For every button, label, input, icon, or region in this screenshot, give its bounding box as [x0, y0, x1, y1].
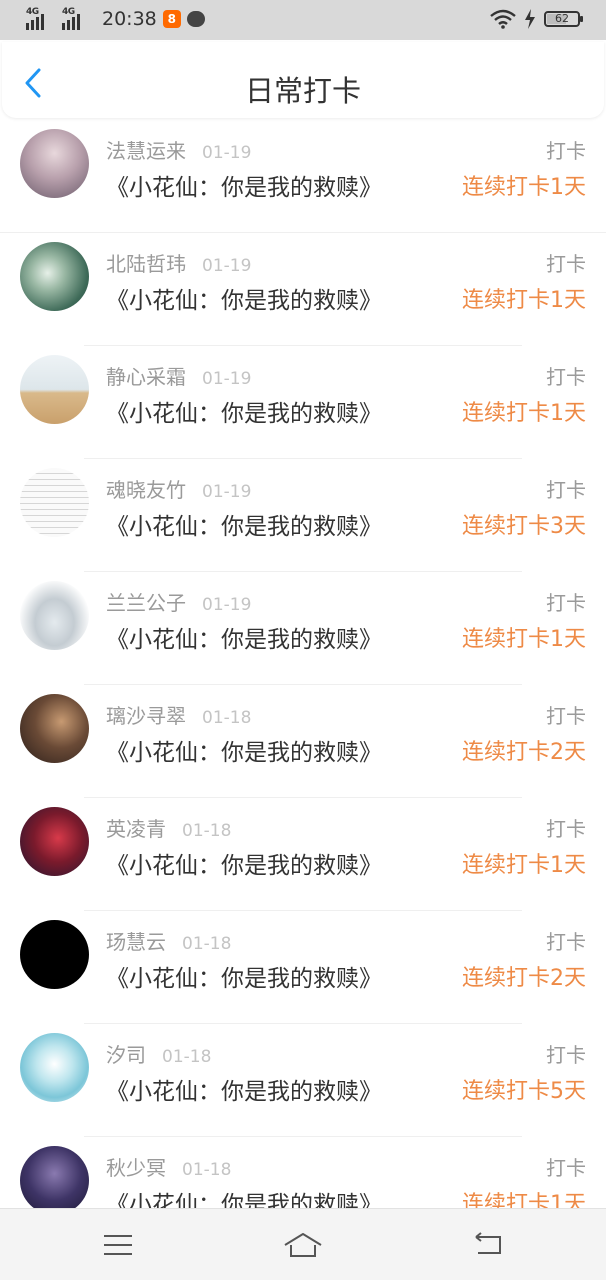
signal-icon-2: 4G [62, 7, 92, 30]
streak-count: 连续打卡5天 [462, 1079, 586, 1104]
page-title: 日常打卡 [244, 74, 361, 108]
wifi-icon [490, 9, 516, 29]
streak-count: 连续打卡1天 [462, 853, 586, 878]
screen: 4G 4G 20:38 8 62 日常打卡 法慧运来 01-19 《小花仙：你是… [0, 0, 606, 1280]
battery-icon: 62 [544, 11, 583, 27]
checkin-label: 打卡 [546, 139, 586, 163]
status-right: 62 [490, 9, 583, 29]
status-left: 4G 4G 20:38 8 [26, 7, 205, 30]
list-item[interactable]: 英凌青 01-18 《小花仙：你是我的救赎》 打卡 连续打卡1天 [0, 798, 606, 911]
checkin-date: 01-19 [202, 595, 252, 615]
book-title: 《小花仙：你是我的救赎》 [106, 401, 382, 427]
checkin-label: 打卡 [546, 930, 586, 954]
avatar[interactable] [20, 1033, 89, 1102]
user-name: 秋少冥 [106, 1156, 166, 1180]
avatar[interactable] [20, 468, 89, 537]
checkin-date: 01-18 [202, 708, 252, 728]
streak-count: 连续打卡2天 [462, 966, 586, 991]
user-name: 法慧运来 [106, 139, 186, 163]
book-title: 《小花仙：你是我的救赎》 [106, 740, 382, 766]
menu-icon [104, 1235, 132, 1255]
top-bar: 日常打卡 [2, 42, 604, 118]
home-icon [284, 1233, 322, 1257]
status-bar: 4G 4G 20:38 8 62 [0, 0, 606, 40]
checkin-date: 01-19 [202, 256, 252, 276]
list-item[interactable]: 汐司 01-18 《小花仙：你是我的救赎》 打卡 连续打卡5天 [0, 1024, 606, 1137]
checkin-label: 打卡 [546, 365, 586, 389]
checkin-label: 打卡 [546, 1156, 586, 1180]
streak-count: 连续打卡1天 [462, 175, 586, 200]
book-title: 《小花仙：你是我的救赎》 [106, 1079, 382, 1105]
list-item[interactable]: 静心采霜 01-19 《小花仙：你是我的救赎》 打卡 连续打卡1天 [0, 346, 606, 459]
streak-count: 连续打卡3天 [462, 514, 586, 539]
user-name: 静心采霜 [106, 365, 186, 389]
network-type-2: 4G [62, 7, 75, 17]
user-name: 璃沙寻翠 [106, 704, 186, 728]
book-title: 《小花仙：你是我的救赎》 [106, 966, 382, 992]
signal-icon: 4G [26, 7, 56, 30]
chat-notification-icon [186, 11, 205, 27]
avatar[interactable] [20, 242, 89, 311]
list-item[interactable]: 兰兰公子 01-19 《小花仙：你是我的救赎》 打卡 连续打卡1天 [0, 572, 606, 685]
checkin-label: 打卡 [546, 591, 586, 615]
checkin-date: 01-18 [182, 821, 232, 841]
checkin-label: 打卡 [546, 252, 586, 276]
avatar[interactable] [20, 355, 89, 424]
book-title: 《小花仙：你是我的救赎》 [106, 288, 382, 314]
charging-icon [525, 9, 535, 29]
streak-count: 连续打卡2天 [462, 740, 586, 765]
network-type: 4G [26, 7, 39, 17]
streak-count: 连续打卡1天 [462, 401, 586, 426]
checkin-label: 打卡 [546, 1043, 586, 1067]
book-title: 《小花仙：你是我的救赎》 [106, 853, 382, 879]
list-item[interactable]: 璃沙寻翠 01-18 《小花仙：你是我的救赎》 打卡 连续打卡2天 [0, 685, 606, 798]
user-name: 魂晓友竹 [106, 478, 186, 502]
checkin-list: 法慧运来 01-19 《小花仙：你是我的救赎》 打卡 连续打卡1天 北陆哲玮 01-… [0, 120, 606, 1250]
menu-button[interactable] [98, 1229, 138, 1261]
streak-count: 连续打卡1天 [462, 288, 586, 313]
streak-count: 连续打卡1天 [462, 627, 586, 652]
home-button[interactable] [283, 1229, 323, 1261]
user-name: 汐司 [106, 1043, 146, 1067]
book-title: 《小花仙：你是我的救赎》 [106, 514, 382, 540]
checkin-label: 打卡 [546, 817, 586, 841]
book-title: 《小花仙：你是我的救赎》 [106, 175, 382, 201]
checkin-date: 01-19 [202, 482, 252, 502]
checkin-label: 打卡 [546, 704, 586, 728]
checkin-date: 01-19 [202, 369, 252, 389]
book-title: 《小花仙：你是我的救赎》 [106, 627, 382, 653]
list-item[interactable]: 法慧运来 01-19 《小花仙：你是我的救赎》 打卡 连续打卡1天 [0, 120, 606, 233]
avatar[interactable] [20, 129, 89, 198]
list-item[interactable]: 魂晓友竹 01-19 《小花仙：你是我的救赎》 打卡 连续打卡3天 [0, 459, 606, 572]
checkin-date: 01-18 [182, 934, 232, 954]
avatar[interactable] [20, 581, 89, 650]
checkin-date: 01-19 [202, 143, 252, 163]
return-button[interactable] [468, 1229, 508, 1261]
clock: 20:38 [102, 8, 157, 30]
user-name: 英凌青 [106, 817, 166, 841]
user-name: 北陆哲玮 [106, 252, 186, 276]
avatar[interactable] [20, 920, 89, 989]
list-item[interactable]: 玚慧云 01-18 《小花仙：你是我的救赎》 打卡 连续打卡2天 [0, 911, 606, 1024]
checkin-date: 01-18 [182, 1160, 232, 1180]
system-nav-bar [0, 1208, 606, 1280]
app-notification-icon: 8 [162, 10, 181, 28]
list-item[interactable]: 北陆哲玮 01-19 《小花仙：你是我的救赎》 打卡 连续打卡1天 [0, 233, 606, 346]
checkin-date: 01-18 [162, 1047, 212, 1067]
return-icon [475, 1232, 501, 1254]
checkin-label: 打卡 [546, 478, 586, 502]
battery-level: 62 [555, 12, 569, 25]
user-name: 兰兰公子 [106, 591, 186, 615]
user-name: 玚慧云 [106, 930, 166, 954]
avatar[interactable] [20, 1146, 89, 1215]
avatar[interactable] [20, 694, 89, 763]
avatar[interactable] [20, 807, 89, 876]
